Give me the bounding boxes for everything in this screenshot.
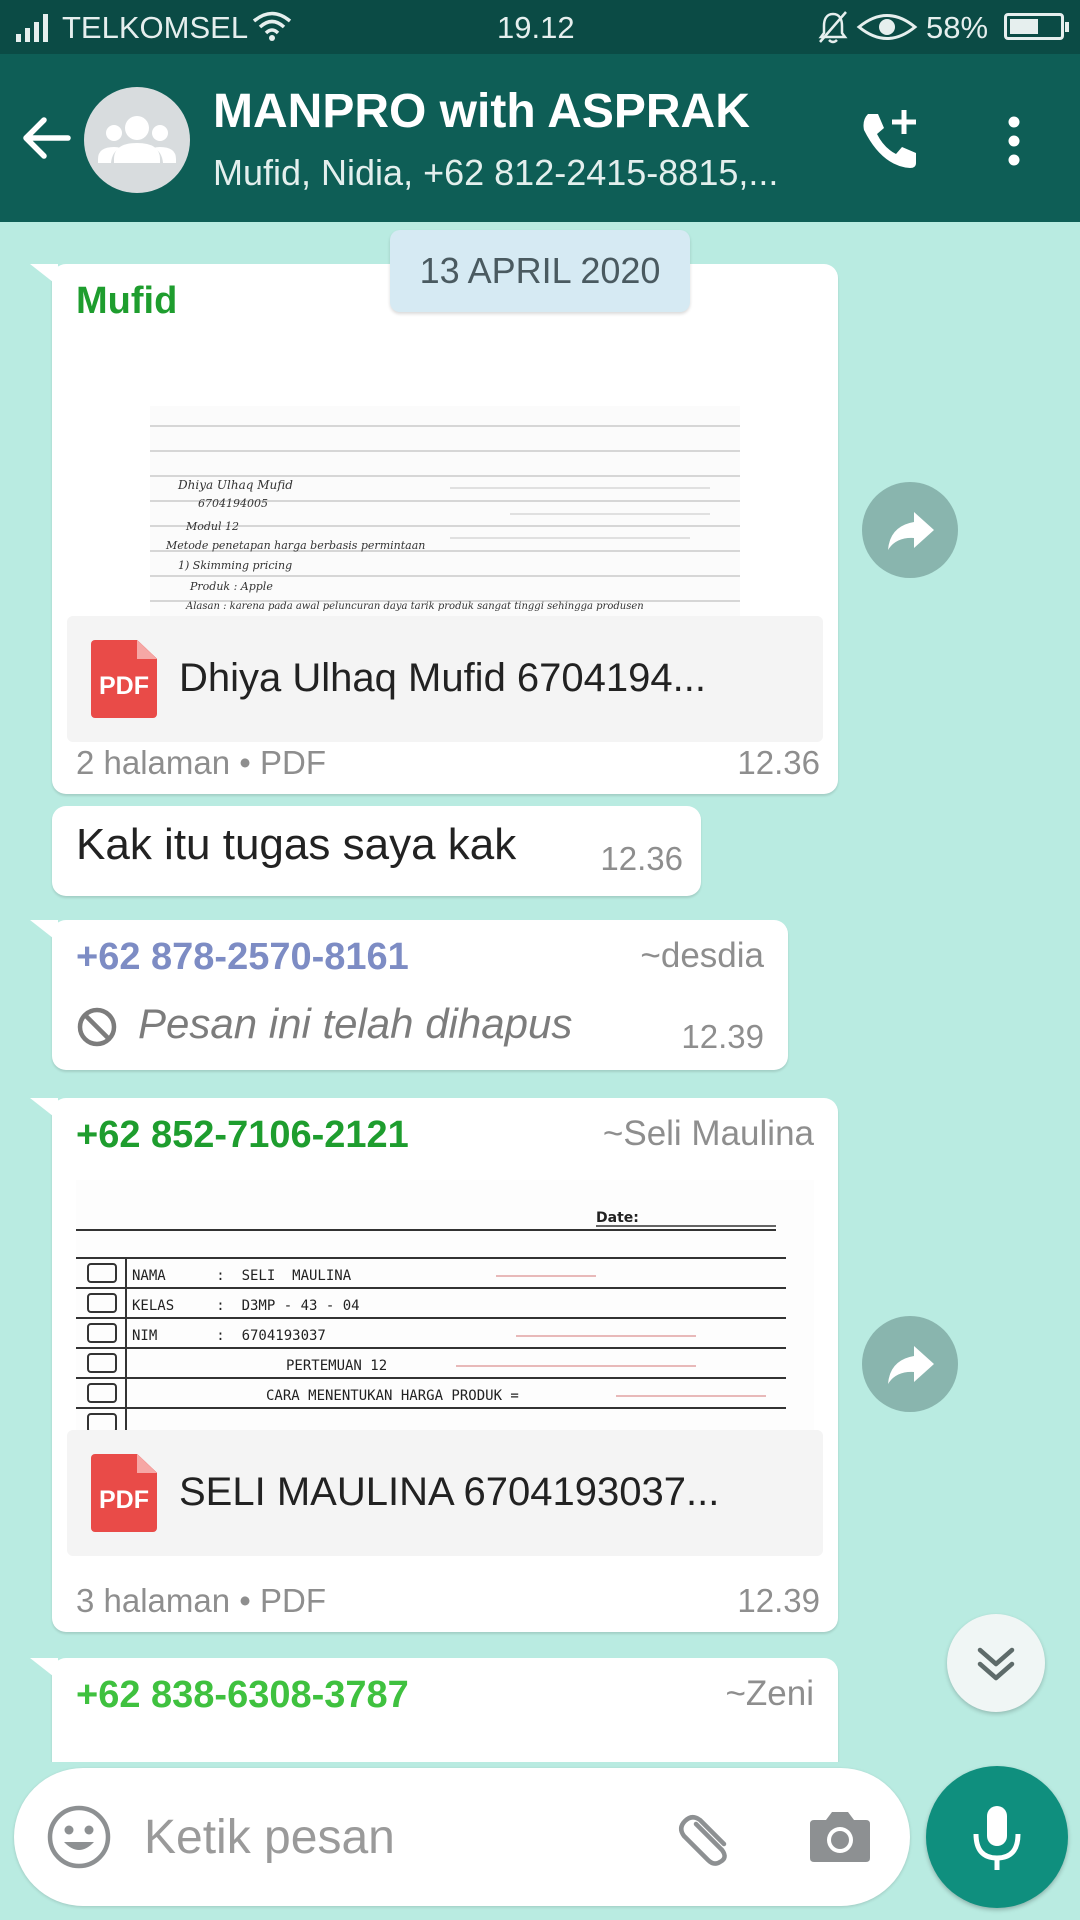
battery-icon (1004, 13, 1069, 40)
message-time: 12.36 (737, 744, 820, 781)
document-name: SELI MAULINA 6704193037... (179, 1470, 720, 1514)
back-arrow-icon[interactable] (18, 110, 74, 166)
sender-name[interactable]: +62 878-2570-8161 (76, 936, 409, 979)
group-avatar-icon[interactable] (84, 87, 190, 193)
deleted-message-text: Pesan ini telah dihapus (138, 1000, 573, 1047)
message-bubble[interactable]: +62 838-6308-3787 ~Zeni (30, 1658, 838, 1762)
svg-text:Metode penetapan harga berbasi: Metode penetapan harga berbasis perminta… (165, 539, 425, 552)
message-composer (14, 1768, 910, 1906)
mic-icon (973, 1806, 1021, 1870)
message-input[interactable] (144, 1804, 644, 1870)
sender-alias: ~Zeni (725, 1674, 814, 1713)
battery-percent: 58% (926, 10, 989, 45)
block-icon (77, 1007, 117, 1047)
sender-name[interactable]: Mufid (76, 280, 177, 323)
eye-comfort-icon (856, 14, 918, 40)
mic-button[interactable] (926, 1766, 1068, 1908)
more-vert-icon[interactable] (1000, 116, 1028, 166)
bell-muted-icon (818, 11, 848, 44)
svg-text:Produk : Apple: Produk : Apple (189, 580, 273, 593)
svg-text:NIM : 6704193037: NIM : 6704193037 (132, 1328, 326, 1344)
date-chip: 13 APRIL 2020 (390, 230, 690, 312)
status-bar: TELKOMSEL 19.12 58% (0, 0, 1080, 54)
add-call-icon[interactable] (854, 106, 924, 176)
svg-text:1) Skimming pricing: 1) Skimming pricing (178, 559, 292, 572)
chat-header: MANPRO with ASPRAK Mufid, Nidia, +62 812… (0, 54, 1080, 222)
message-bubble[interactable]: +62 878-2570-8161 ~desdia Pesan ini tela… (30, 920, 788, 1070)
message-bubble[interactable]: Kak itu tugas saya kak 12.36 (52, 806, 701, 896)
paperclip-icon[interactable] (674, 1804, 740, 1870)
document-preview[interactable]: Dhiya Ulhaq Mufid 6704194005 Modul 12 Me… (150, 406, 740, 616)
svg-text:Dhiya Ulhaq Mufid: Dhiya Ulhaq Mufid (177, 478, 293, 492)
sender-name[interactable]: +62 838-6308-3787 (76, 1674, 409, 1717)
handwritten-page-image: Dhiya Ulhaq Mufid 6704194005 Modul 12 Me… (150, 406, 740, 616)
svg-text:KELAS : D3MP - 43 - 04: KELAS : D3MP - 43 - 04 (132, 1298, 360, 1314)
svg-text:Date:: Date: (596, 1210, 639, 1226)
svg-text:Alasan : karena pada awal pelu: Alasan : karena pada awal peluncuran day… (185, 601, 644, 612)
document-attachment[interactable]: PDF Dhiya Ulhaq Mufid 6704194... (67, 616, 823, 742)
share-icon (888, 1346, 934, 1384)
chat-title[interactable]: MANPRO with ASPRAK (213, 84, 750, 139)
svg-text:NAMA : SELI MAULINA: NAMA : SELI MAULINA (132, 1268, 352, 1284)
handwritten-page-image: Date: NAMA : SELI MAULINA KELAS: D3MP -… (76, 1180, 814, 1430)
document-preview[interactable]: Date: NAMA : SELI MAULINA KELAS: D3MP -… (76, 1180, 814, 1430)
svg-text:CARA MENENTUKAN HARGA PRODUK =: CARA MENENTUKAN HARGA PRODUK = (266, 1388, 519, 1404)
chat-area[interactable]: Mufid Dhiya Ulhaq Mufid 6704194005 Modul… (0, 222, 1080, 1762)
svg-text:Modul 12: Modul 12 (185, 520, 239, 533)
svg-text:PERTEMUAN 12: PERTEMUAN 12 (286, 1358, 387, 1374)
document-meta: 3 halaman • PDF (76, 1582, 326, 1619)
sender-alias: ~desdia (640, 936, 764, 975)
signal-icon (16, 14, 48, 42)
carrier-name: TELKOMSEL (62, 10, 249, 45)
chat-members[interactable]: Mufid, Nidia, +62 812-2415-8815,... (213, 152, 813, 194)
sender-alias: ~Seli Maulina (602, 1114, 814, 1153)
message-time: 12.39 (737, 1582, 820, 1619)
message-bubble[interactable]: Mufid Dhiya Ulhaq Mufid 6704194005 Modul… (30, 264, 838, 794)
pdf-file-icon: PDF (91, 640, 157, 718)
message-time: 12.36 (600, 840, 683, 877)
document-meta: 2 halaman • PDF (76, 744, 326, 781)
message-text: Kak itu tugas saya kak (76, 820, 517, 869)
camera-icon[interactable] (808, 1806, 872, 1866)
share-button[interactable] (862, 1316, 958, 1412)
pdf-file-icon: PDF (91, 1454, 157, 1532)
share-icon (888, 512, 934, 550)
sender-name[interactable]: +62 852-7106-2121 (76, 1114, 409, 1157)
wifi-icon (252, 11, 292, 41)
clock: 19.12 (497, 10, 575, 45)
message-time: 12.39 (681, 1018, 764, 1055)
emoji-icon[interactable] (46, 1804, 112, 1870)
document-attachment[interactable]: PDF SELI MAULINA 6704193037... (67, 1430, 823, 1556)
scroll-to-bottom-button[interactable] (947, 1614, 1045, 1712)
message-bubble[interactable]: +62 852-7106-2121 ~Seli Maulina Date: NA… (30, 1098, 838, 1632)
share-button[interactable] (862, 482, 958, 578)
svg-text:6704194005: 6704194005 (198, 497, 268, 510)
chevron-double-down-icon (977, 1647, 1015, 1681)
document-name: Dhiya Ulhaq Mufid 6704194... (179, 656, 706, 700)
